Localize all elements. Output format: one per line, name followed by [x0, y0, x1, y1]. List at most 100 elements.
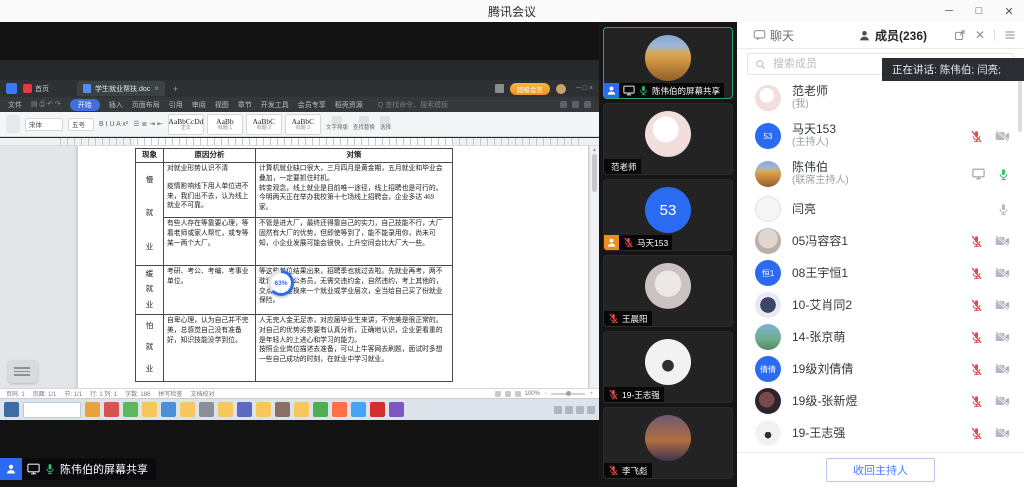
paste-button [6, 115, 20, 133]
member-row[interactable]: 19-王志强 [737, 417, 1024, 449]
member-status-icons[interactable] [972, 168, 1010, 181]
mic-muted-icon [623, 237, 634, 248]
document-icon [83, 84, 91, 93]
video-tile[interactable]: 范老师 [603, 103, 733, 175]
member-status-icons[interactable] [970, 235, 1010, 248]
panel-close-icon[interactable]: ✕ [975, 28, 985, 42]
tab-chat[interactable]: 聊天 [753, 27, 794, 44]
member-role: (联席主持人) [792, 175, 849, 188]
cause-cell: 对就业形势认识不清疫情影响线下用人单位进不来，我们出不去，认为线上就业不可靠。 [164, 162, 256, 218]
folder-icon [256, 402, 271, 417]
strategy-cell: 计算机就业缺口很大，三月四月是黄金期，五月就业和毕业会叠加，一定要抓住时机。转变… [256, 162, 453, 218]
member-row[interactable]: 范老师 (我) [737, 79, 1024, 117]
tile-label: 陈伟伯的屏幕共享 [604, 83, 724, 98]
member-status-icons[interactable] [970, 395, 1010, 408]
cause-cell: 有些人存在等靠要心理，等着老师或家人帮忙，或专等某一两个大厂。 [164, 218, 256, 265]
member-row[interactable]: 19级-张新煜 [737, 385, 1024, 417]
tile-label: 19-王志强 [604, 387, 664, 402]
member-name: 08王宇恒1 [792, 266, 848, 281]
member-status-icons[interactable] [970, 331, 1010, 344]
member-row[interactable]: 05冯容容1 [737, 225, 1024, 257]
folder-icon [180, 402, 195, 417]
screen-share-icon [27, 463, 40, 475]
popout-icon[interactable] [954, 29, 966, 41]
member-row[interactable]: 闫亮 [737, 193, 1024, 225]
system-tray [554, 406, 595, 414]
start-button [4, 402, 19, 417]
document-canvas: 现象 原因分析 对策 慢就业对就业形势认识不清疫情影响线下用人单位进不来，我们出… [0, 146, 599, 388]
members-panel: 聊天 成员(236) ✕ 范老师 (我) [737, 22, 1024, 487]
employment-table: 现象 原因分析 对策 慢就业对就业形势认识不清疫情影响线下用人单位进不来，我们出… [135, 148, 453, 382]
person-icon [606, 237, 617, 248]
participant-avatar [645, 339, 691, 385]
video-tile[interactable]: 李飞彪 [603, 407, 733, 479]
share-source-label: 陈伟伯的屏幕共享 [0, 458, 156, 480]
wps-status-bar: 页码: 1页面: 1/1节: 1/1行: 1 列: 1字数: 186拼写检查文档… [0, 388, 599, 398]
tile-label: 马天153 [604, 235, 672, 250]
member-row[interactable]: 陈伟伯 (联席主持人) [737, 155, 1024, 193]
member-status-icons[interactable] [970, 267, 1010, 280]
member-role: (主持人) [792, 137, 836, 150]
member-avatar: 53 [755, 123, 781, 149]
home-icon [23, 84, 32, 93]
member-avatar [755, 85, 781, 111]
member-avatar [755, 388, 781, 414]
member-row[interactable]: 10-艾肖同2 [737, 289, 1024, 321]
table-row: 怕就业自卑心理，认为自己并不完美，总感觉自己没有准备好，知识技能没学到位。人无完… [136, 314, 453, 381]
window-titlebar: 腾讯会议 ─ □ ✕ [0, 0, 1024, 23]
member-status-icons[interactable] [970, 363, 1010, 376]
tab-close-icon: × [154, 84, 159, 93]
wps-home-tab: 首页 [23, 84, 49, 94]
member-status-icons[interactable] [997, 203, 1010, 216]
close-button[interactable]: ✕ [1002, 5, 1016, 18]
camera-off-icon [995, 331, 1010, 343]
member-name: 19-王志强 [792, 426, 845, 441]
wps-tabbar: 首页 学生就业帮扶.doc × + 超级会员 ─ □ × [0, 80, 599, 97]
wps-menu-item: 会员专享 [298, 100, 326, 110]
maximize-button[interactable]: □ [972, 5, 986, 17]
member-row[interactable]: 14-张京萌 [737, 321, 1024, 353]
window-title: 腾讯会议 [488, 3, 536, 20]
cohost-badge-icon [604, 83, 619, 98]
member-row[interactable]: 倩倩 19级刘倩倩 [737, 353, 1024, 385]
style-chip: AaBbC标题 2 [246, 114, 282, 135]
format-buttons: B I U A x² [99, 121, 128, 128]
member-status-icons[interactable] [970, 427, 1010, 440]
minimize-button[interactable]: ─ [942, 5, 956, 17]
wps-menu-item: 视图 [215, 100, 229, 110]
mic-icon [44, 463, 56, 475]
table-row: 缓就业考研、考公、考编、考事业单位。等这些单位结果出来，招聘季也就过去啦。先就业… [136, 265, 453, 314]
mic-muted-icon [970, 299, 983, 312]
member-status-icons[interactable] [970, 130, 1010, 143]
search-icon [755, 59, 766, 70]
video-tile[interactable]: 陈伟伯的屏幕共享 [603, 27, 733, 99]
folder-icon [142, 402, 157, 417]
video-tile[interactable]: 王晨阳 [603, 255, 733, 327]
cause-cell: 自卑心理，认为自己并不完美，总感觉自己没有准备好，知识技能没学到位。 [164, 314, 256, 381]
taskbar-search [23, 402, 81, 418]
recall-host-button[interactable]: 收回主持人 [826, 458, 935, 482]
strategy-cell: 人无完人金无足赤，对应届毕业生来讲，不完美是很正常的。对自己的优势劣势要有认真分… [256, 314, 453, 381]
style-chip: AaBbCcDd正文 [168, 114, 204, 135]
member-row[interactable]: 恒1 08王宇恒1 [737, 257, 1024, 289]
menubar-right-icons [560, 101, 599, 108]
hamburger-menu-icon[interactable] [1004, 29, 1016, 41]
col-header: 原因分析 [164, 149, 256, 163]
app-icon [161, 402, 176, 417]
table-row: 有些人存在等靠要心理，等着老师或家人帮忙，或专等某一两个大厂。不管是进大厂，最终… [136, 218, 453, 265]
tile-icons [623, 85, 649, 96]
col-header: 对策 [256, 149, 453, 163]
folder-icon [218, 402, 233, 417]
wps-logo [6, 83, 17, 94]
video-tile[interactable]: 53 马天153 [603, 179, 733, 251]
tile-label: 李飞彪 [604, 463, 652, 478]
tab-members[interactable]: 成员(236) [858, 27, 927, 44]
member-row[interactable]: 53 马天153 (主持人) [737, 117, 1024, 155]
video-tile[interactable]: 19-王志强 [603, 331, 733, 403]
member-status-icons[interactable] [970, 299, 1010, 312]
screen-share-view[interactable]: 首页 学生就业帮扶.doc × + 超级会员 ─ □ × 文件 ▤ ⎙ ↶ ↷ [0, 22, 599, 487]
mic-muted-icon [608, 313, 619, 324]
host-badge-icon [604, 235, 619, 250]
panel-header: 聊天 成员(236) ✕ [737, 22, 1024, 49]
member-list-scrollbar[interactable] [1018, 80, 1022, 132]
